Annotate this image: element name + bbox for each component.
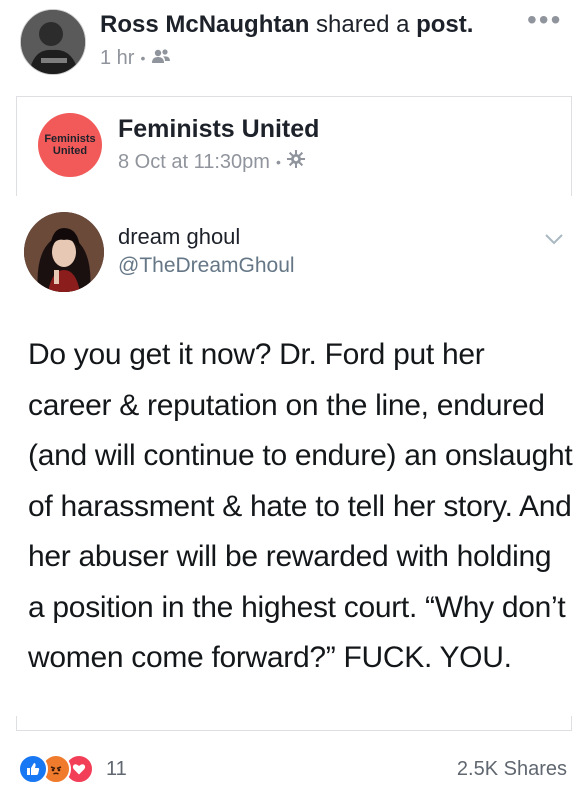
reaction-count[interactable]: 11 [106,756,127,782]
post-footer: 11 2.5K Shares [0,750,587,790]
post-time[interactable]: 1 hr [100,44,134,72]
shared-card-bottom [16,716,572,731]
shares-count[interactable]: 2.5K Shares [457,756,567,782]
author-avatar-image [21,10,85,74]
page-avatar[interactable]: Feminists United [38,113,102,177]
page-avatar-text-1: Feminists [44,133,96,145]
page-avatar-text-2: United [52,145,88,157]
separator-dot: • [275,154,281,170]
tweet-display-name[interactable]: dream ghoul [118,223,240,251]
more-options-icon[interactable]: ••• [527,6,562,34]
post-header: Ross McNaughtan shared a post. 1 hr • ••… [0,0,587,90]
tweet-text: Do you get it now? Dr. Ford put her care… [28,338,573,674]
tweet-handle[interactable]: @TheDreamGhoul [118,252,295,280]
separator-dot: • [140,50,146,66]
settings-icon[interactable] [286,148,305,176]
page-timestamp[interactable]: 8 Oct at 11:30pm [118,148,270,176]
author-avatar[interactable] [20,9,86,75]
page-meta: 8 Oct at 11:30pm • [118,148,305,176]
reaction-icons[interactable] [18,754,94,784]
tweet-avatar-image [24,212,104,292]
like-icon [18,754,48,784]
chevron-down-icon[interactable] [543,228,565,250]
page-name[interactable]: Feminists United [118,113,319,145]
author-name[interactable]: Ross McNaughtan [100,11,309,38]
shared-post-link[interactable]: post. [416,11,473,38]
tweet-avatar [24,212,104,292]
friends-icon[interactable] [151,44,171,72]
post-title-line: Ross McNaughtan shared a post. [100,10,473,40]
share-action: shared a [316,11,410,38]
post-meta: 1 hr • [100,44,171,72]
